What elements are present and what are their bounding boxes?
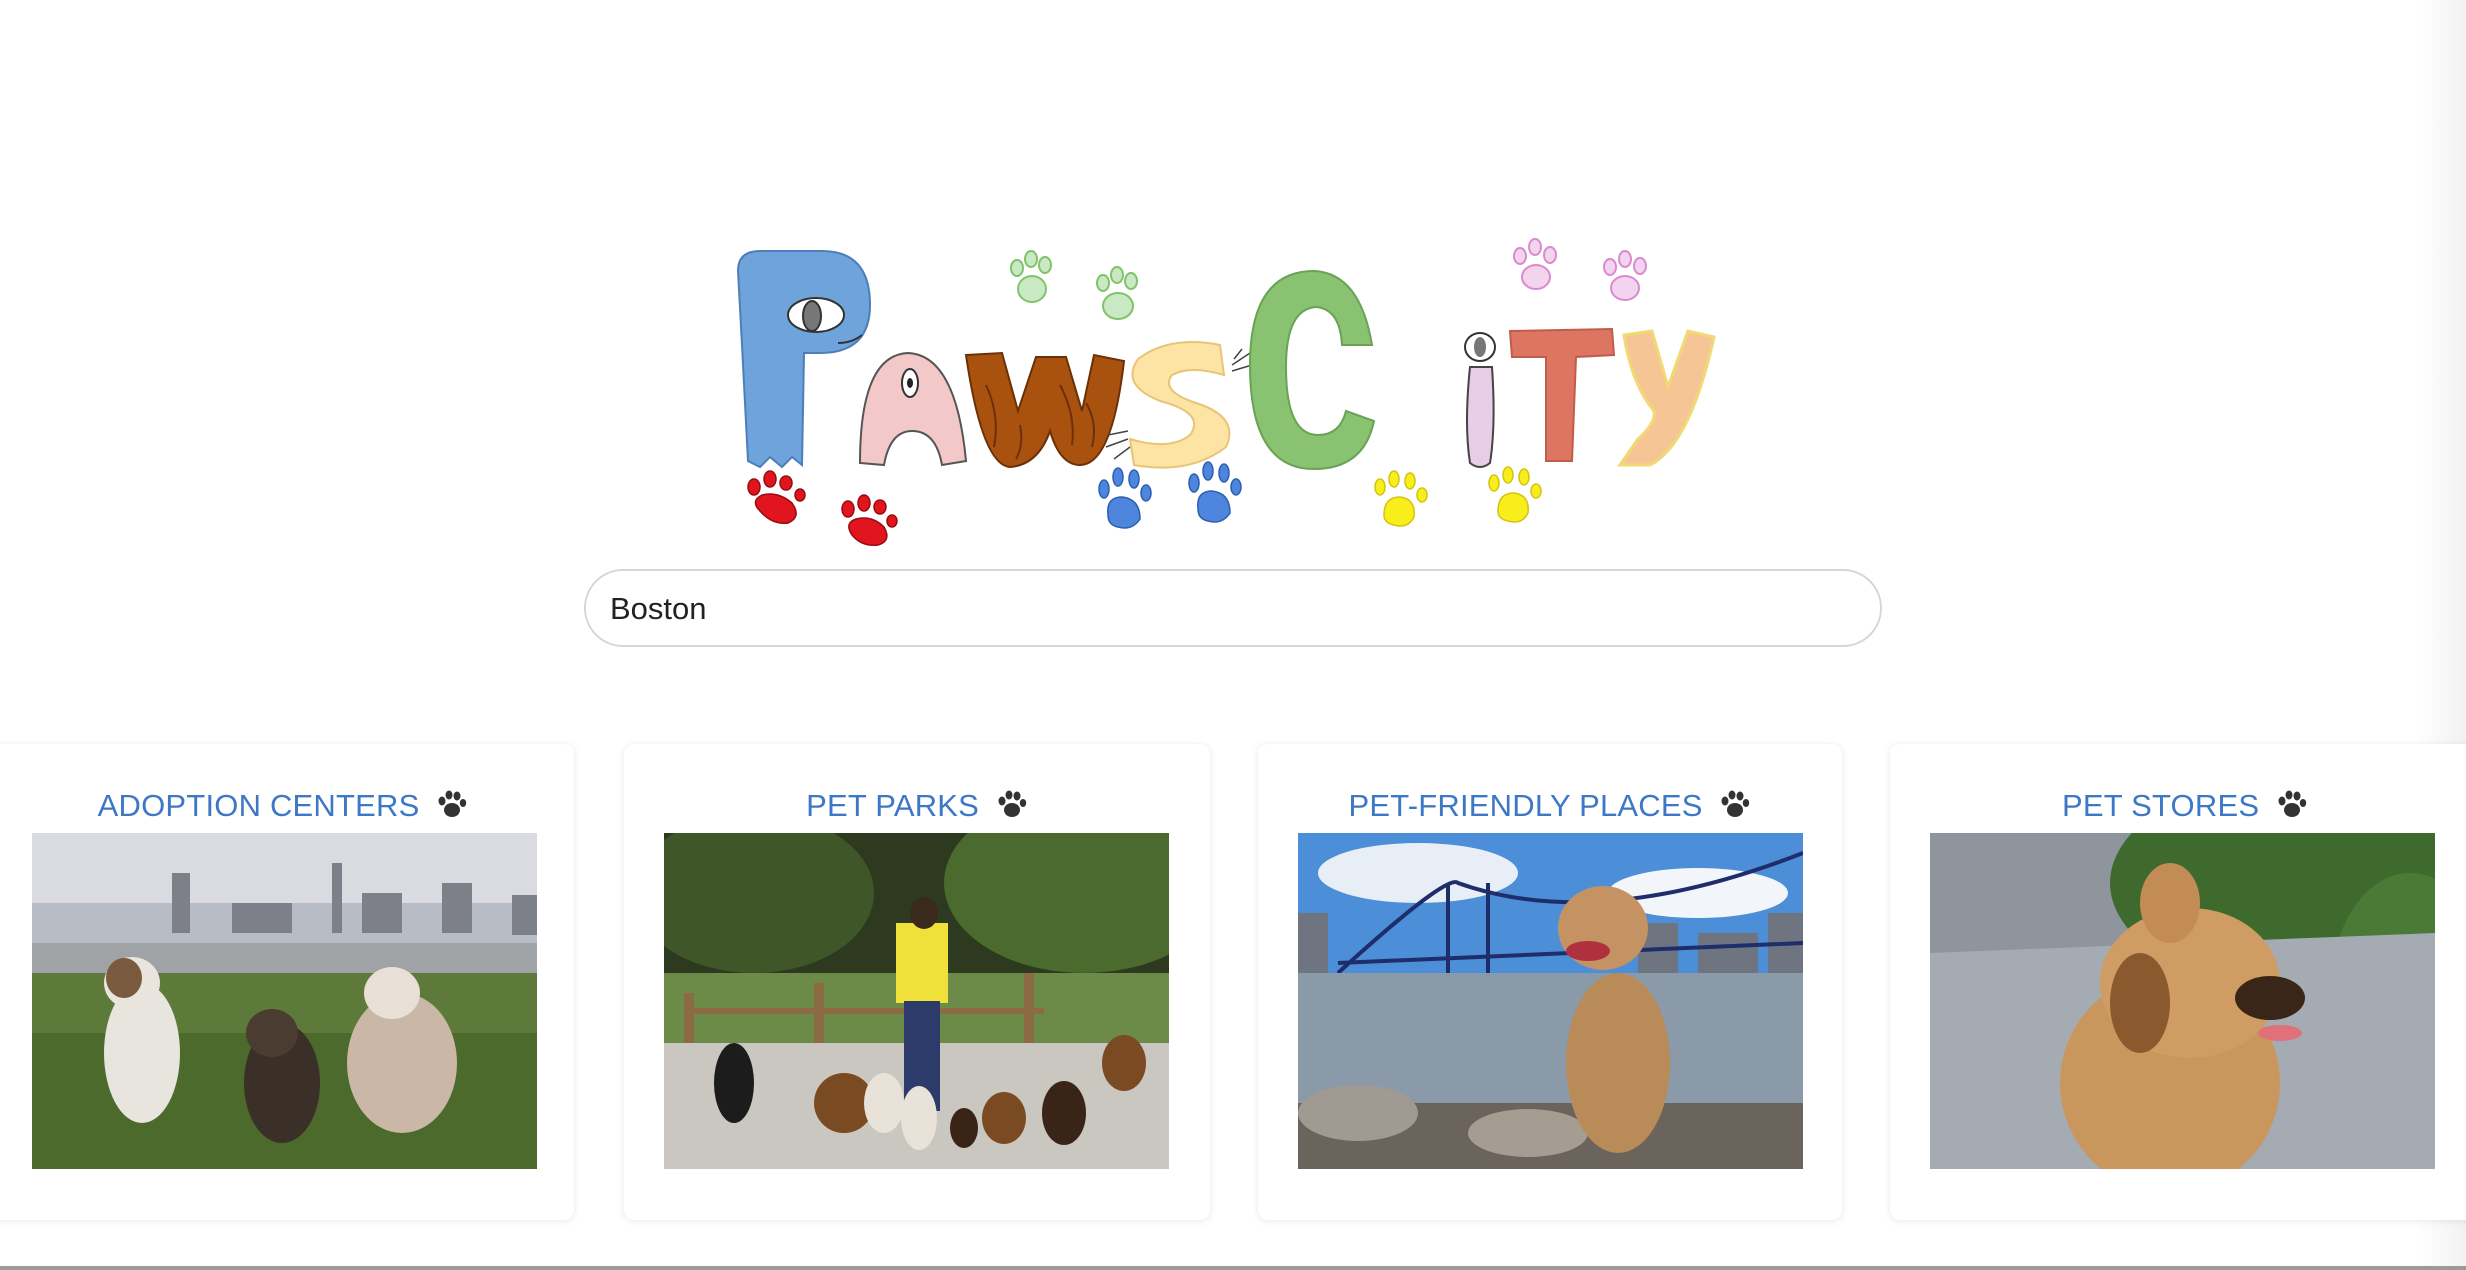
dog-walker-photo[interactable] (664, 833, 1169, 1169)
logo-letter-w (964, 351, 1126, 469)
logo-letter-c (1248, 269, 1376, 471)
card-pet-parks[interactable]: PET PARKS (624, 744, 1210, 1220)
page-bottom-strip (0, 1266, 2466, 1270)
logo-letter-a (858, 351, 968, 467)
card-pet-friendly-places[interactable]: PET-FRIENDLY PLACES (1258, 744, 1842, 1220)
card-title-link[interactable]: ADOPTION CENTERS (0, 788, 574, 824)
pink-paw-icon (1513, 238, 1647, 301)
card-title-link[interactable]: PET STORES (1890, 788, 2466, 824)
pug-mix-photo[interactable] (1930, 833, 2435, 1169)
card-title-label: PET PARKS (806, 788, 980, 823)
city-search-box[interactable] (584, 569, 1882, 647)
paws-city-logo (736, 238, 1716, 547)
red-paw-icon (747, 470, 898, 547)
logo-letter-s (1105, 341, 1253, 469)
dog-by-bridge-photo[interactable] (1298, 833, 1803, 1169)
paw-icon (2278, 790, 2307, 817)
blue-paw-icon (1098, 461, 1242, 529)
dogs-by-river-photo[interactable] (32, 833, 537, 1169)
card-title-label: ADOPTION CENTERS (97, 788, 420, 823)
city-search-input[interactable] (608, 571, 1842, 647)
card-title-label: PET-FRIENDLY PLACES (1348, 788, 1703, 823)
logo-letter-y (1617, 329, 1716, 467)
card-title-link[interactable]: PET-FRIENDLY PLACES (1258, 788, 1842, 824)
card-adoption-centers[interactable]: ADOPTION CENTERS (0, 744, 574, 1220)
yellow-paw-icon (1374, 466, 1542, 527)
logo-letter-i (1464, 332, 1496, 468)
card-title-label: PET STORES (2061, 788, 2260, 823)
logo-letter-p (736, 250, 872, 469)
paw-icon (438, 790, 467, 817)
paw-icon (998, 790, 1027, 817)
card-title-link[interactable]: PET PARKS (624, 788, 1210, 824)
category-cards: ADOPTION CENTERS PET PARKS PET-FRIENDLY … (0, 744, 2466, 1220)
card-pet-stores[interactable]: PET STORES (1890, 744, 2466, 1220)
green-paw-icon (1010, 250, 1138, 320)
logo-letter-t (1508, 327, 1616, 462)
paw-icon (1721, 790, 1750, 817)
